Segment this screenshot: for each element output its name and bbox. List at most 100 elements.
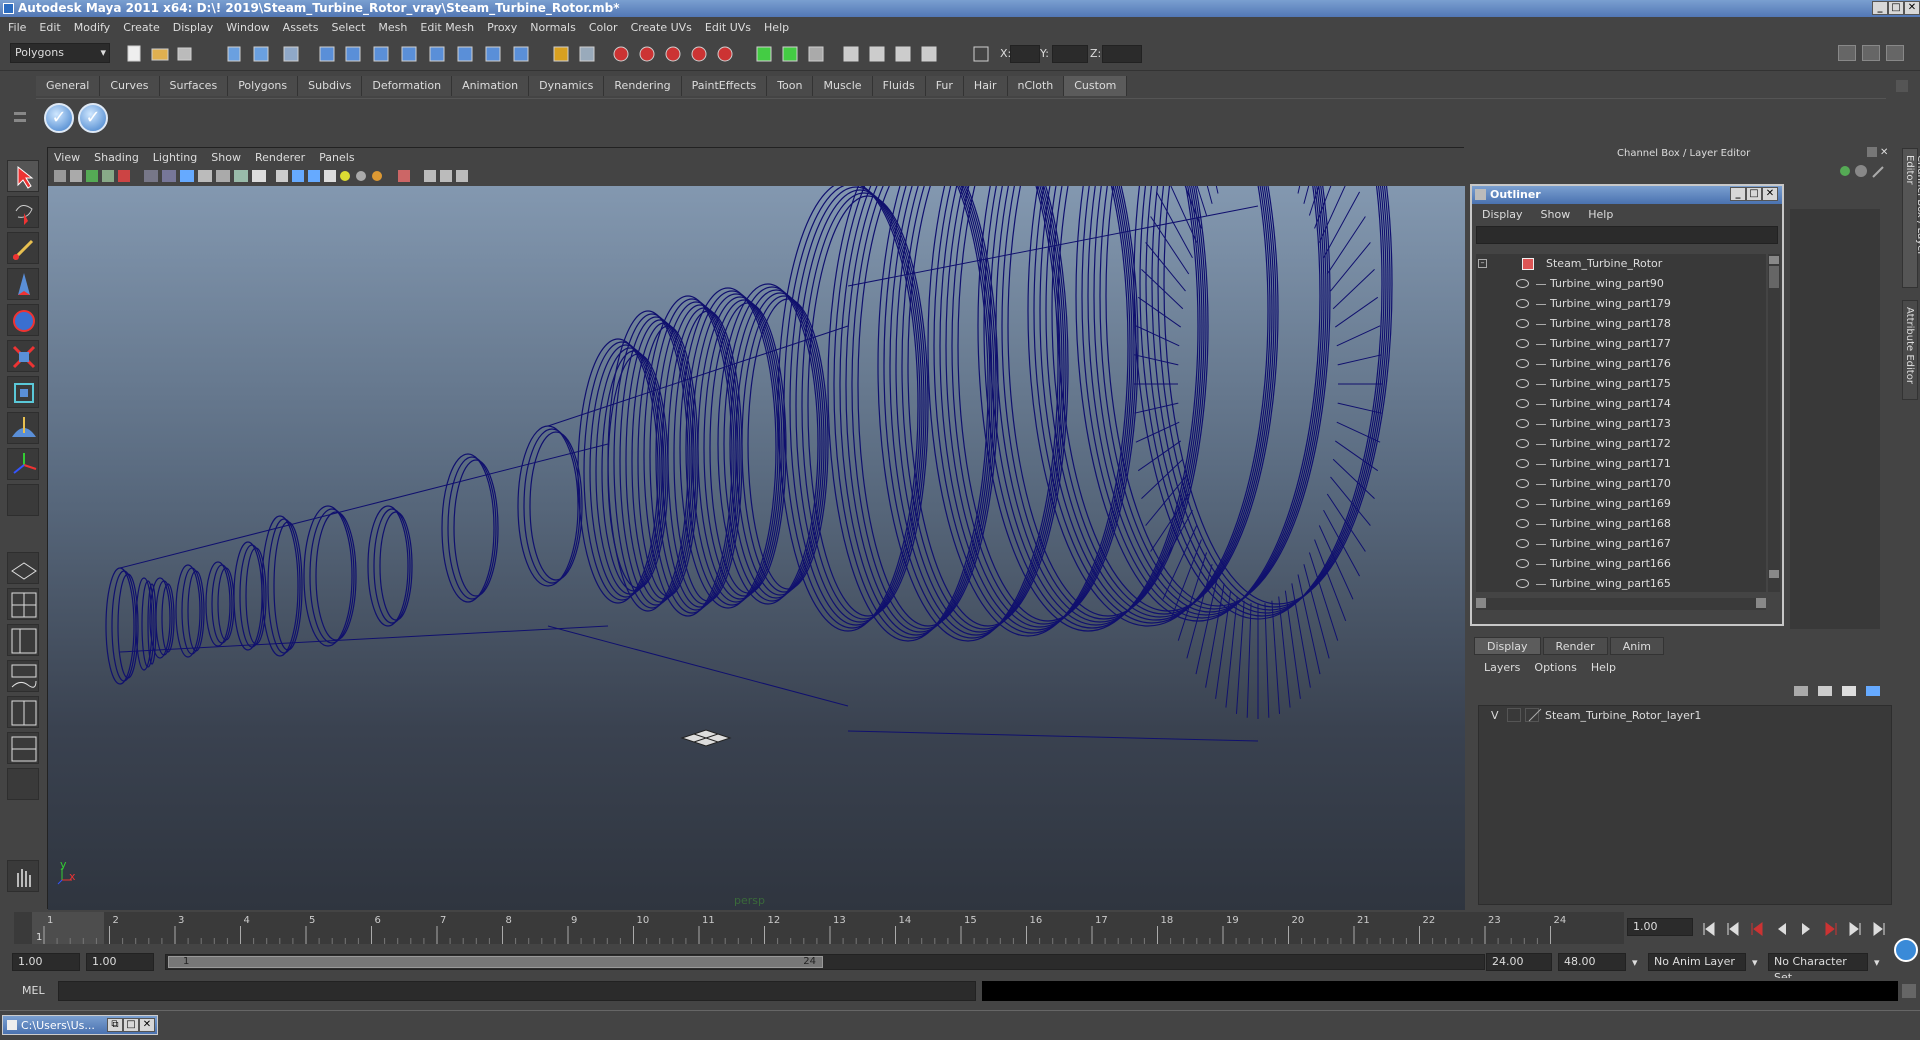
viewport-menu-shading[interactable]: Shading <box>94 151 139 164</box>
anim-layer-dropdown[interactable]: No Anim Layer <box>1648 953 1746 971</box>
menu-normals[interactable]: Normals <box>530 21 576 34</box>
scroll-left-arrow-icon[interactable] <box>1476 598 1486 608</box>
close-button[interactable]: ✕ <box>1904 1 1920 15</box>
shelf-tab-curves[interactable]: Curves <box>100 76 160 96</box>
toolbox-more-icon[interactable] <box>7 768 39 800</box>
shelf-tab-surfaces[interactable]: Surfaces <box>159 76 229 96</box>
outliner-filter-field[interactable] <box>1476 226 1778 244</box>
shelf-tab-custom[interactable]: Custom <box>1064 76 1128 96</box>
close-button[interactable]: ✕ <box>139 1018 155 1032</box>
outliner-maximize-button[interactable]: □ <box>1746 187 1762 201</box>
toggle-channel-box-icon[interactable] <box>1886 45 1904 61</box>
viewport-toolbar[interactable] <box>48 166 1465 186</box>
maximize-button[interactable]: □ <box>1888 1 1904 15</box>
menu-display[interactable]: Display <box>173 21 214 34</box>
minimize-button[interactable]: _ <box>1872 1 1888 15</box>
chevron-down-icon[interactable]: ▾ <box>1632 956 1638 969</box>
range-slider-track[interactable]: 1 24 <box>165 954 1485 970</box>
outliner-item[interactable]: Turbine_wing_part171 <box>1476 454 1766 474</box>
scroll-down-arrow-icon[interactable] <box>1769 570 1779 578</box>
soft-mod-tool-icon[interactable] <box>7 412 39 444</box>
shelf-tab-deformation[interactable]: Deformation <box>362 76 453 96</box>
menu-edit-mesh[interactable]: Edit Mesh <box>420 21 474 34</box>
channel-box-side-tab[interactable]: Channel Box / Layer Editor <box>1902 148 1920 288</box>
toggle-attribute-editor-icon[interactable] <box>1838 45 1856 61</box>
time-slider[interactable]: 1 2 3 4 5 6 7 8 9 10 11 12 13 14 15 16 17 18 19 20 21 22 23 24 1 <box>14 912 1624 944</box>
outliner-item[interactable]: Turbine_wing_part90 <box>1476 274 1766 294</box>
shelf-tab-muscle[interactable]: Muscle <box>813 76 873 96</box>
outliner-vertical-scrollbar[interactable] <box>1768 254 1780 592</box>
move-tool-icon[interactable] <box>7 268 39 300</box>
outliner-item[interactable]: Turbine_wing_part174 <box>1476 394 1766 414</box>
menu-assets[interactable]: Assets <box>283 21 319 34</box>
viewport-menu-renderer[interactable]: Renderer <box>255 151 305 164</box>
outliner-item[interactable]: Turbine_wing_part165 <box>1476 574 1766 592</box>
outliner-close-button[interactable]: ✕ <box>1762 187 1778 201</box>
outliner-item[interactable]: Turbine_wing_part166 <box>1476 554 1766 574</box>
viewport-menu-panels[interactable]: Panels <box>319 151 354 164</box>
outliner-item[interactable]: Turbine_wing_part169 <box>1476 494 1766 514</box>
status-line-icons[interactable] <box>124 43 1124 65</box>
maximize-button[interactable]: □ <box>123 1018 139 1032</box>
current-time-field[interactable]: 1.00 <box>1627 918 1693 936</box>
shelf-tab-polygons[interactable]: Polygons <box>228 76 299 96</box>
scroll-right-arrow-icon[interactable] <box>1756 598 1766 608</box>
viewport-menu-view[interactable]: View <box>54 151 80 164</box>
channel-box-icons[interactable] <box>1837 163 1887 179</box>
persp-graph-layout-icon[interactable] <box>7 660 39 692</box>
menu-select[interactable]: Select <box>331 21 365 34</box>
menu-help[interactable]: Help <box>764 21 789 34</box>
chevron-down-icon[interactable]: ▾ <box>1874 956 1880 969</box>
outliner-item[interactable]: Turbine_wing_part179 <box>1476 294 1766 314</box>
menu-file[interactable]: File <box>8 21 26 34</box>
layer-menu-options[interactable]: Options <box>1534 661 1576 674</box>
persp-graph-hypergraph-layout-icon[interactable] <box>7 732 39 764</box>
layer-playback-toggle[interactable] <box>1507 708 1521 722</box>
menu-create-uvs[interactable]: Create UVs <box>631 21 692 34</box>
select-tool-icon[interactable] <box>7 160 39 192</box>
shelf-tab-animation[interactable]: Animation <box>452 76 530 96</box>
animation-end-field[interactable]: 48.00 <box>1558 953 1626 971</box>
outliner-menu-display[interactable]: Display <box>1482 208 1523 221</box>
outliner-item[interactable]: Turbine_wing_part170 <box>1476 474 1766 494</box>
show-manipulator-icon[interactable] <box>7 448 39 480</box>
scale-tool-icon[interactable] <box>7 340 39 372</box>
shelf-tab-ncloth[interactable]: nCloth <box>1007 76 1065 96</box>
shelf-tab-dynamics[interactable]: Dynamics <box>529 76 605 96</box>
x-coord-field[interactable] <box>1010 45 1040 63</box>
scroll-up-arrow-icon[interactable] <box>1769 256 1779 264</box>
shelf-tab-subdivs[interactable]: Subdivs <box>298 76 363 96</box>
scroll-thumb[interactable] <box>1769 266 1779 288</box>
shelf-tab-general[interactable]: General <box>36 76 101 96</box>
menu-create[interactable]: Create <box>123 21 160 34</box>
layer-tab-render[interactable]: Render <box>1542 637 1608 655</box>
check-icon[interactable]: ✓ <box>44 103 74 133</box>
layer-menu-layers[interactable]: Layers <box>1484 661 1520 674</box>
menu-mesh[interactable]: Mesh <box>378 21 407 34</box>
outliner-item[interactable]: Turbine_wing_part168 <box>1476 514 1766 534</box>
minimized-window[interactable]: C:\Users\Us... ⧉ □ ✕ <box>2 1015 158 1035</box>
perspective-view[interactable]: y x persp <box>48 186 1465 910</box>
restore-button[interactable]: ⧉ <box>107 1018 123 1032</box>
close-panel-icon[interactable]: ✕ <box>1880 147 1888 158</box>
hypershade-layout-icon[interactable] <box>7 696 39 728</box>
outliner-horizontal-scrollbar[interactable] <box>1476 598 1766 610</box>
layer-menu-help[interactable]: Help <box>1591 661 1616 674</box>
shelf-tab-rendering[interactable]: Rendering <box>604 76 682 96</box>
outliner-minimize-button[interactable]: _ <box>1730 187 1746 201</box>
paint-select-tool-icon[interactable] <box>7 232 39 264</box>
layer-tab-anim[interactable]: Anim <box>1609 637 1664 655</box>
outliner-item[interactable]: Turbine_wing_part167 <box>1476 534 1766 554</box>
menu-edit[interactable]: Edit <box>39 21 60 34</box>
playback-start-field[interactable]: 1.00 <box>86 953 154 971</box>
shelf-options-icon[interactable] <box>14 76 28 136</box>
z-coord-field[interactable] <box>1102 45 1142 63</box>
shelf-tab-fur[interactable]: Fur <box>925 76 964 96</box>
outliner-item[interactable]: Turbine_wing_part175 <box>1476 374 1766 394</box>
menu-set-dropdown[interactable]: Polygons ▾ <box>10 43 110 63</box>
outliner-item[interactable]: Turbine_wing_part176 <box>1476 354 1766 374</box>
lasso-tool-icon[interactable] <box>7 196 39 228</box>
toggle-tool-settings-icon[interactable] <box>1862 45 1880 61</box>
shelf-tab-fluids[interactable]: Fluids <box>872 76 926 96</box>
menu-color[interactable]: Color <box>589 21 618 34</box>
